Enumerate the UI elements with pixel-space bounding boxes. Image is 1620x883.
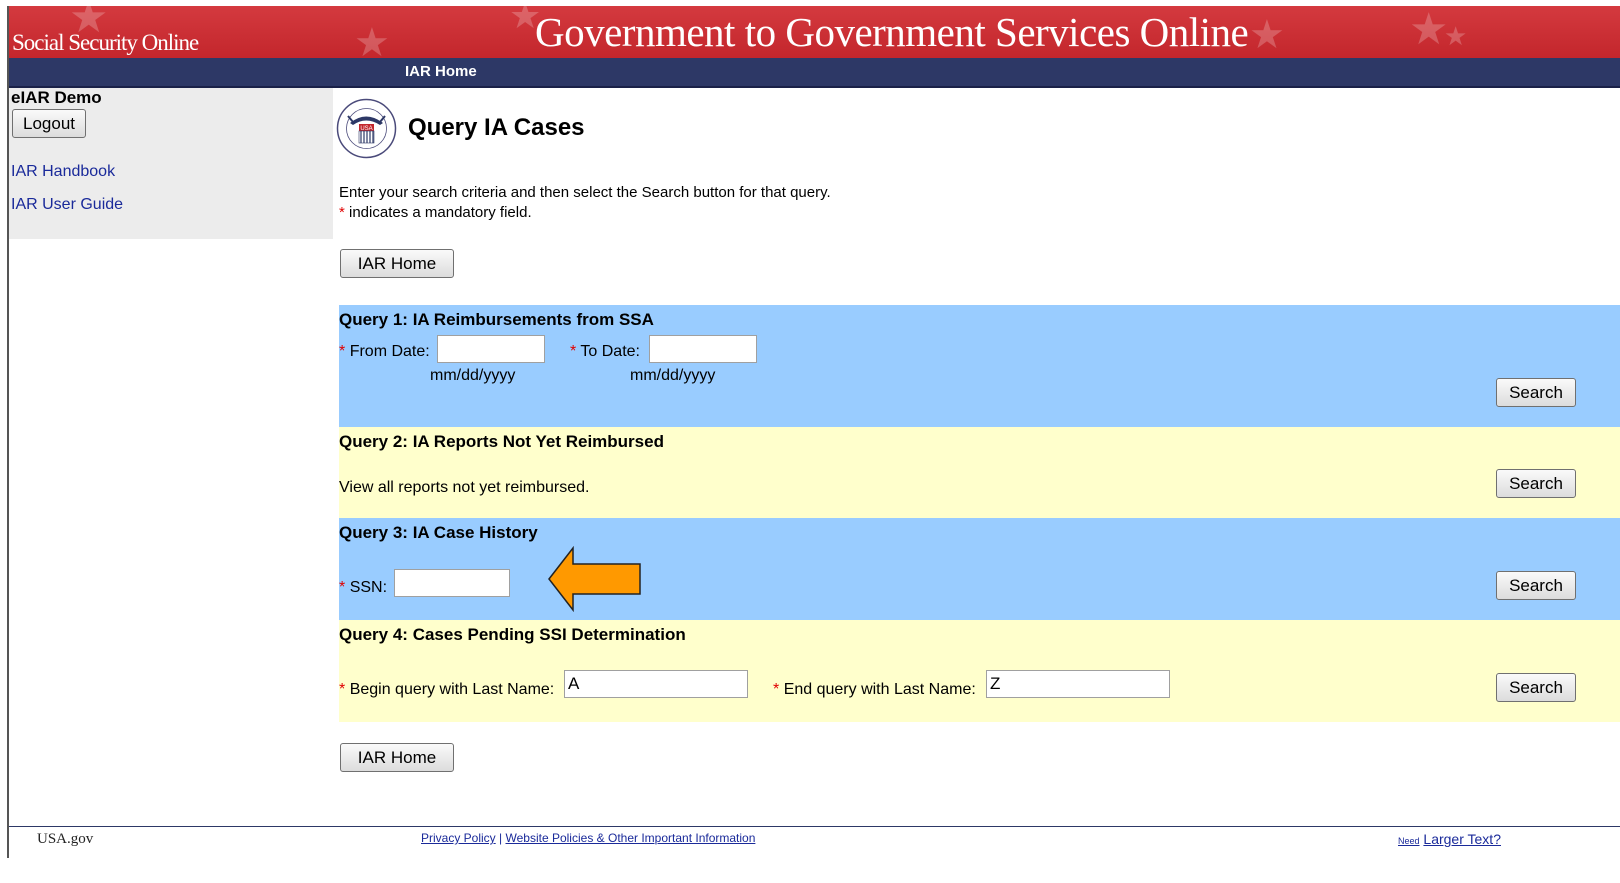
top-nav-bar: IAR Home xyxy=(9,58,1620,88)
query-2-description: View all reports not yet reimbursed. xyxy=(339,479,590,496)
begin-last-name-label: * Begin query with Last Name: xyxy=(339,681,555,698)
query-3-panel: Query 3: IA Case History * SSN: Search xyxy=(339,518,1620,620)
sidebar-title: eIAR Demo xyxy=(11,88,102,107)
ssa-seal-icon: USA xyxy=(336,98,397,159)
query-4-title: Query 4: Cases Pending SSI Determination xyxy=(339,625,686,644)
star-decoration-icon: ★ xyxy=(1444,22,1468,52)
star-decoration-icon: ★ xyxy=(1249,12,1285,58)
sidebar-link-iar-user-guide[interactable]: IAR User Guide xyxy=(11,196,123,214)
query-3-search-button[interactable]: Search xyxy=(1496,571,1576,600)
pointer-arrow-icon xyxy=(548,546,641,612)
larger-text-link[interactable]: Larger Text? xyxy=(1423,831,1501,847)
to-date-format-hint: mm/dd/yyyy xyxy=(630,367,716,384)
from-date-input[interactable] xyxy=(437,335,545,363)
query-1-panel: Query 1: IA Reimbursements from SSA * Fr… xyxy=(339,305,1620,427)
begin-last-name-input[interactable] xyxy=(564,670,748,698)
privacy-policy-link[interactable]: Privacy Policy xyxy=(421,831,496,845)
instruction-text: Enter your search criteria and then sele… xyxy=(339,184,831,201)
query-3-title: Query 3: IA Case History xyxy=(339,523,538,542)
required-note: * indicates a mandatory field. xyxy=(339,204,532,221)
query-2-panel: Query 2: IA Reports Not Yet Reimbursed V… xyxy=(339,427,1620,518)
star-decoration-icon: ★ xyxy=(1409,6,1449,55)
from-date-format-hint: mm/dd/yyyy xyxy=(430,367,516,384)
query-4-panel: Query 4: Cases Pending SSI Determination… xyxy=(339,620,1620,722)
larger-text-link-group: Need Larger Text? xyxy=(1398,831,1501,847)
required-note-text: indicates a mandatory field. xyxy=(344,204,532,221)
nav-link-iar-home[interactable]: IAR Home xyxy=(405,63,477,80)
site-banner: ★ ★ ★ ★ ★ ★ Social Security Online Gover… xyxy=(9,6,1620,58)
query-2-title: Query 2: IA Reports Not Yet Reimbursed xyxy=(339,432,664,451)
query-1-title: Query 1: IA Reimbursements from SSA xyxy=(339,310,654,329)
query-4-search-button[interactable]: Search xyxy=(1496,673,1576,702)
usagov-logo[interactable]: USA.gov xyxy=(37,831,93,848)
iar-home-button-top[interactable]: IAR Home xyxy=(340,249,454,278)
footer-links: Privacy Policy | Website Policies & Othe… xyxy=(421,831,755,845)
sidebar-link-iar-handbook[interactable]: IAR Handbook xyxy=(11,163,115,181)
iar-home-button-bottom[interactable]: IAR Home xyxy=(340,743,454,772)
window-left-edge xyxy=(0,0,7,883)
to-date-input[interactable] xyxy=(649,335,757,363)
brand-name[interactable]: Social Security Online xyxy=(12,30,199,56)
page-title: Query IA Cases xyxy=(408,114,585,141)
query-1-search-button[interactable]: Search xyxy=(1496,378,1576,407)
need-text[interactable]: Need xyxy=(1398,836,1420,846)
from-date-label: * From Date: xyxy=(339,343,430,360)
footer-separator: | xyxy=(499,831,503,845)
star-decoration-icon: ★ xyxy=(354,20,390,58)
end-last-name-label: * End query with Last Name: xyxy=(773,681,976,698)
banner-title: Government to Government Services Online xyxy=(535,9,1249,55)
ssn-input[interactable] xyxy=(394,569,510,597)
logout-button[interactable]: Logout xyxy=(12,109,86,138)
sidebar: eIAR Demo Logout IAR Handbook IAR User G… xyxy=(9,88,333,239)
footer-divider xyxy=(9,826,1620,827)
end-last-name-input[interactable] xyxy=(986,670,1170,698)
to-date-label: * To Date: xyxy=(570,343,640,360)
website-policies-link[interactable]: Website Policies & Other Important Infor… xyxy=(506,831,756,845)
query-2-search-button[interactable]: Search xyxy=(1496,469,1576,498)
ssn-label: * SSN: xyxy=(339,579,388,596)
